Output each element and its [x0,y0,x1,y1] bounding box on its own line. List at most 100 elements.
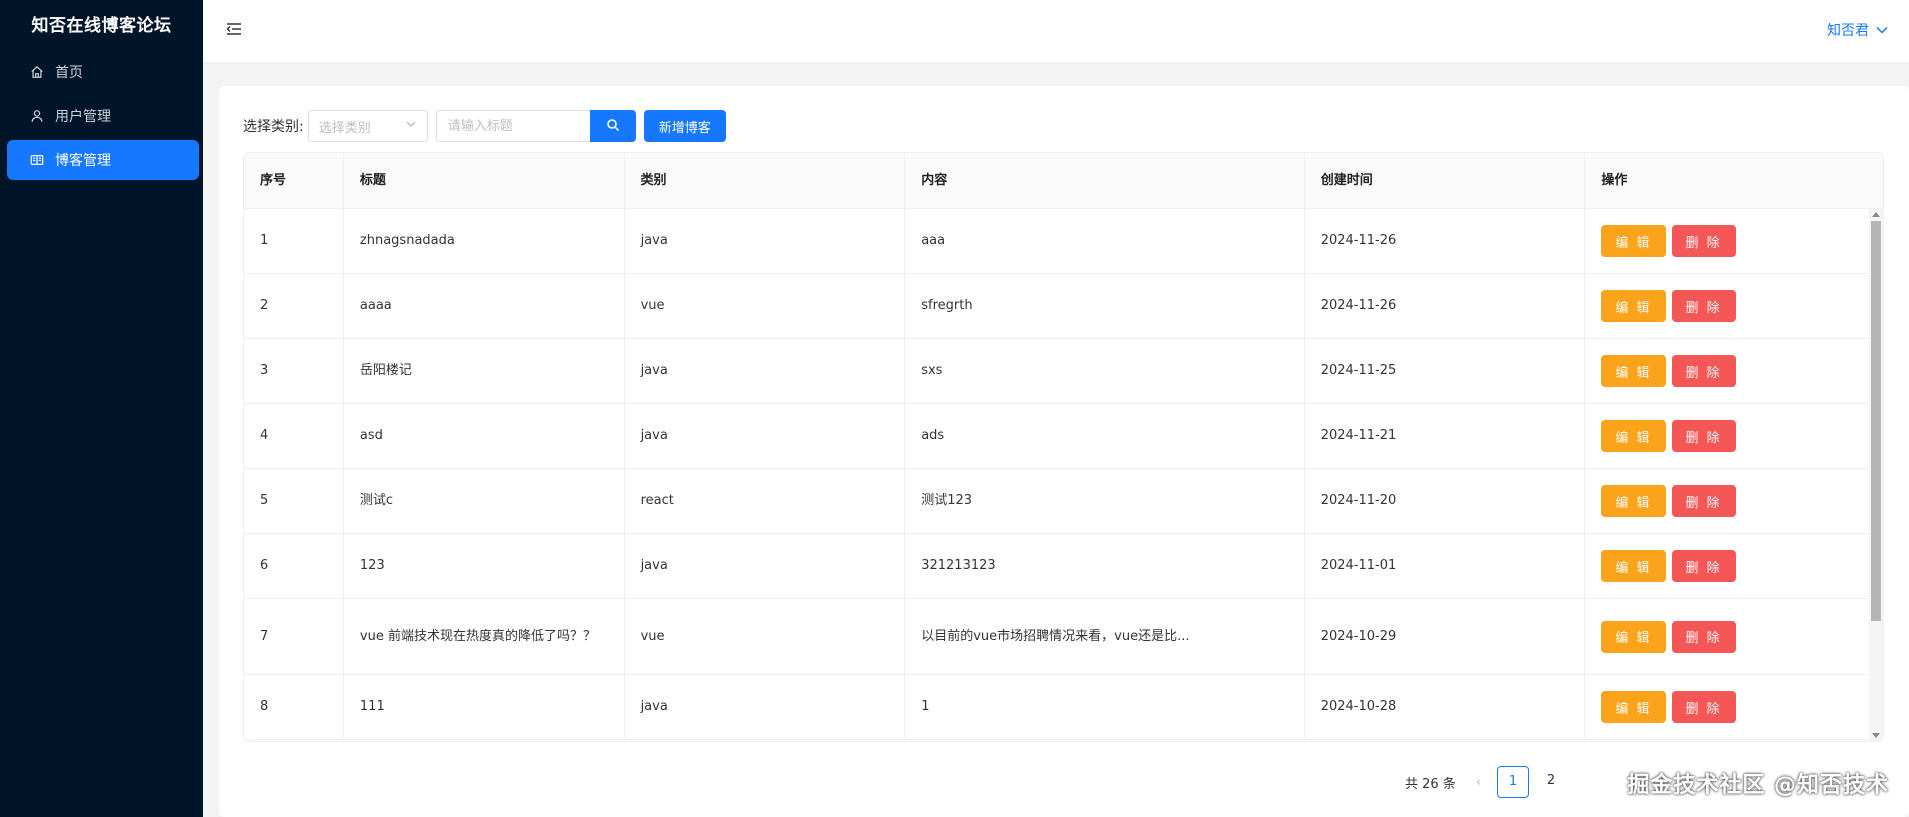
cell-created: 2024-11-26 [1305,209,1586,273]
delete-button[interactable]: 删 除 [1671,485,1736,517]
category-select-placeholder: 选择类别 [318,120,371,136]
cell-category: vue [625,274,906,338]
cell-created: 2024-11-25 [1305,339,1586,403]
search-icon [606,118,620,135]
column-header: 标题 [344,153,625,209]
cell-category: react [625,469,906,533]
chevron-down-icon [1875,23,1889,37]
top-header: 知否君 [203,0,1909,62]
sidebar-item-home[interactable]: 首页 [7,52,199,92]
delete-button[interactable]: 删 除 [1671,620,1736,653]
table-row: 2 aaaa vue sfregrth 2024-11-26 编 辑 删 除 [244,274,1883,339]
edit-button[interactable]: 编 辑 [1601,225,1666,257]
search-input[interactable] [435,110,590,142]
table-row: 8 111 java 1 2024-10-28 编 辑 删 除 [244,675,1883,740]
book-icon [29,152,45,168]
delete-button[interactable]: 删 除 [1671,691,1736,723]
cell-title: 测试c [344,469,625,533]
scroll-thumb[interactable] [1871,221,1881,621]
edit-button[interactable]: 编 辑 [1601,290,1666,322]
edit-button[interactable]: 编 辑 [1601,355,1666,387]
table-row: 4 asd java ads 2024-11-21 编 辑 删 除 [244,404,1883,469]
edit-button[interactable]: 编 辑 [1601,485,1666,517]
cell-no: 1 [244,209,344,273]
cell-no: 3 [244,339,344,403]
table-row: 1 zhnagsnadada java aaa 2024-11-26 编 辑 删… [244,209,1883,274]
category-select[interactable]: 选择类别 [307,110,428,142]
column-header: 序号 [244,153,344,209]
page-button[interactable]: 1 [1497,766,1530,798]
cell-title: 123 [344,534,625,598]
username: 知否君 [1827,23,1869,39]
cell-actions: 编 辑 删 除 [1585,274,1883,338]
cell-no: 2 [244,274,344,338]
cell-title: 岳阳楼记 [344,339,625,403]
scroll-down-arrow-icon[interactable] [1872,733,1880,738]
edit-button[interactable]: 编 辑 [1601,550,1666,582]
sidebar-item-label: 用户管理 [55,109,111,125]
sidebar-menu: 首页 用户管理 博客管理 [0,52,203,180]
cell-title: zhnagsnadada [344,209,625,273]
cell-actions: 编 辑 删 除 [1585,599,1883,674]
search-button[interactable] [589,110,636,142]
cell-created: 2024-10-28 [1305,675,1586,739]
chevron-left-icon[interactable]: ‹ [1476,775,1481,790]
cell-category: java [625,339,906,403]
main-card: 选择类别: 选择类别 新增博客 序号 标题 类别 内容 创建时间 操作 [219,86,1909,817]
cell-category: java [625,675,906,739]
search-group [435,110,636,142]
edit-button[interactable]: 编 辑 [1601,420,1666,452]
cell-actions: 编 辑 删 除 [1585,675,1883,739]
table-body: 1 zhnagsnadada java aaa 2024-11-26 编 辑 删… [244,209,1883,741]
cell-content: 以目前的vue市场招聘情况来看，vue还是比... [905,599,1305,674]
add-blog-button[interactable]: 新增博客 [643,110,726,142]
table-row: 7 vue 前端技术现在热度真的降低了吗？？ vue 以目前的vue市场招聘情况… [244,599,1883,675]
user-dropdown[interactable]: 知否君 [1827,20,1889,40]
cell-content: ads [905,404,1305,468]
table-row: 5 测试c react 测试123 2024-11-20 编 辑 删 除 [244,469,1883,534]
app-title: 知否在线博客论坛 [31,16,172,36]
delete-button[interactable]: 删 除 [1671,225,1736,257]
table-row: 6 123 java 321213123 2024-11-01 编 辑 删 除 [244,534,1883,599]
cell-actions: 编 辑 删 除 [1585,469,1883,533]
sidebar: 知否在线博客论坛 首页 用户管理 博客管理 [0,0,203,817]
cell-title: aaaa [344,274,625,338]
cell-title: asd [344,404,625,468]
menu-fold-icon[interactable] [225,20,243,38]
sidebar-item-blogs[interactable]: 博客管理 [7,140,199,180]
cell-category: java [625,209,906,273]
cell-no: 5 [244,469,344,533]
delete-button[interactable]: 删 除 [1671,355,1736,387]
blog-table: 序号 标题 类别 内容 创建时间 操作 1 zhnagsnadada java … [243,152,1884,742]
cell-actions: 编 辑 删 除 [1585,534,1883,598]
scroll-up-arrow-icon[interactable] [1872,212,1880,217]
cell-category: vue [625,599,906,674]
cell-no: 6 [244,534,344,598]
cell-title: vue 前端技术现在热度真的降低了吗？？ [344,599,625,674]
cell-actions: 编 辑 删 除 [1585,339,1883,403]
column-header: 创建时间 [1305,153,1586,209]
table-scrollbar[interactable] [1869,209,1883,741]
delete-button[interactable]: 删 除 [1671,420,1736,452]
delete-button[interactable]: 删 除 [1671,290,1736,322]
delete-button[interactable]: 删 除 [1671,550,1736,582]
edit-button[interactable]: 编 辑 [1601,691,1666,723]
toolbar: 选择类别: 选择类别 新增博客 [243,110,726,142]
cell-created: 2024-11-20 [1305,469,1586,533]
cell-content: 321213123 [905,534,1305,598]
cell-no: 8 [244,675,344,739]
page-button[interactable]: 2 [1535,766,1567,798]
category-label: 选择类别: [243,119,304,135]
table-header: 序号 标题 类别 内容 创建时间 操作 [244,153,1883,209]
edit-button[interactable]: 编 辑 [1601,620,1666,653]
cell-content: sfregrth [905,274,1305,338]
table-row: 3 岳阳楼记 java sxs 2024-11-25 编 辑 删 除 [244,339,1883,404]
cell-actions: 编 辑 删 除 [1585,209,1883,273]
table-row [244,740,1883,741]
cell-actions: 编 辑 删 除 [1585,404,1883,468]
cell-content: 测试123 [905,469,1305,533]
cell-no: 7 [244,599,344,674]
cell-content: 1 [905,675,1305,739]
sidebar-item-users[interactable]: 用户管理 [7,96,199,136]
column-header: 操作 [1601,173,1628,188]
